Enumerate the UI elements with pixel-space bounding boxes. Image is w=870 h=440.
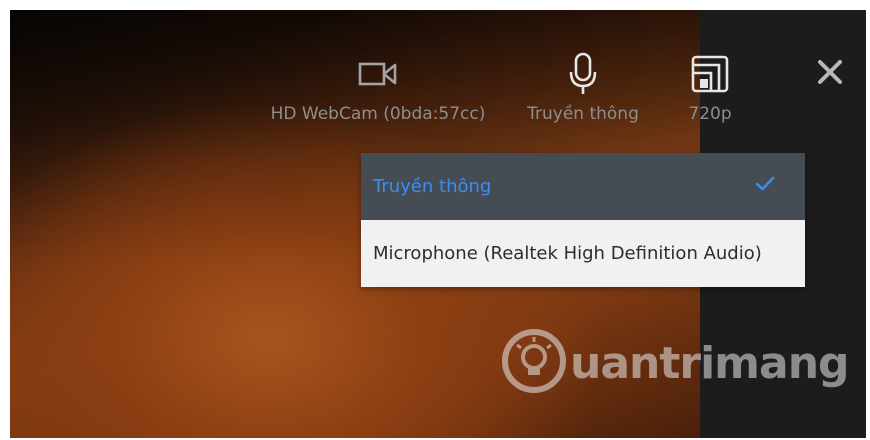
close-button[interactable] [810,54,850,94]
dropdown-option-microphone-realtek[interactable]: Microphone (Realtek High Definition Audi… [361,220,805,287]
webcam-window: HD WebCam (0bda:57cc) Truyền thông 720p [10,10,866,438]
option-label: Microphone (Realtek High Definition Audi… [373,243,762,264]
lightbulb-icon [502,329,566,397]
resolution-selector[interactable]: 720p [680,52,740,124]
camera-label: HD WebCam (0bda:57cc) [270,104,486,124]
microphone-icon [568,52,598,96]
microphone-selector[interactable]: Truyền thông [516,52,650,124]
microphone-label: Truyền thông [527,104,639,124]
camera-selector[interactable]: HD WebCam (0bda:57cc) [258,52,498,124]
audio-source-dropdown: Truyền thông Microphone (Realtek High De… [361,153,805,287]
resolution-icon [690,52,730,96]
dropdown-option-truyen-thong[interactable]: Truyền thông [361,153,805,220]
close-icon [817,59,843,89]
option-label: Truyền thông [373,176,492,197]
resolution-label: 720p [688,104,732,124]
watermark-text: uantrimang [570,337,850,389]
video-camera-icon [358,52,398,96]
watermark-logo: uantrimang [502,328,850,398]
checkmark-icon [755,176,775,197]
